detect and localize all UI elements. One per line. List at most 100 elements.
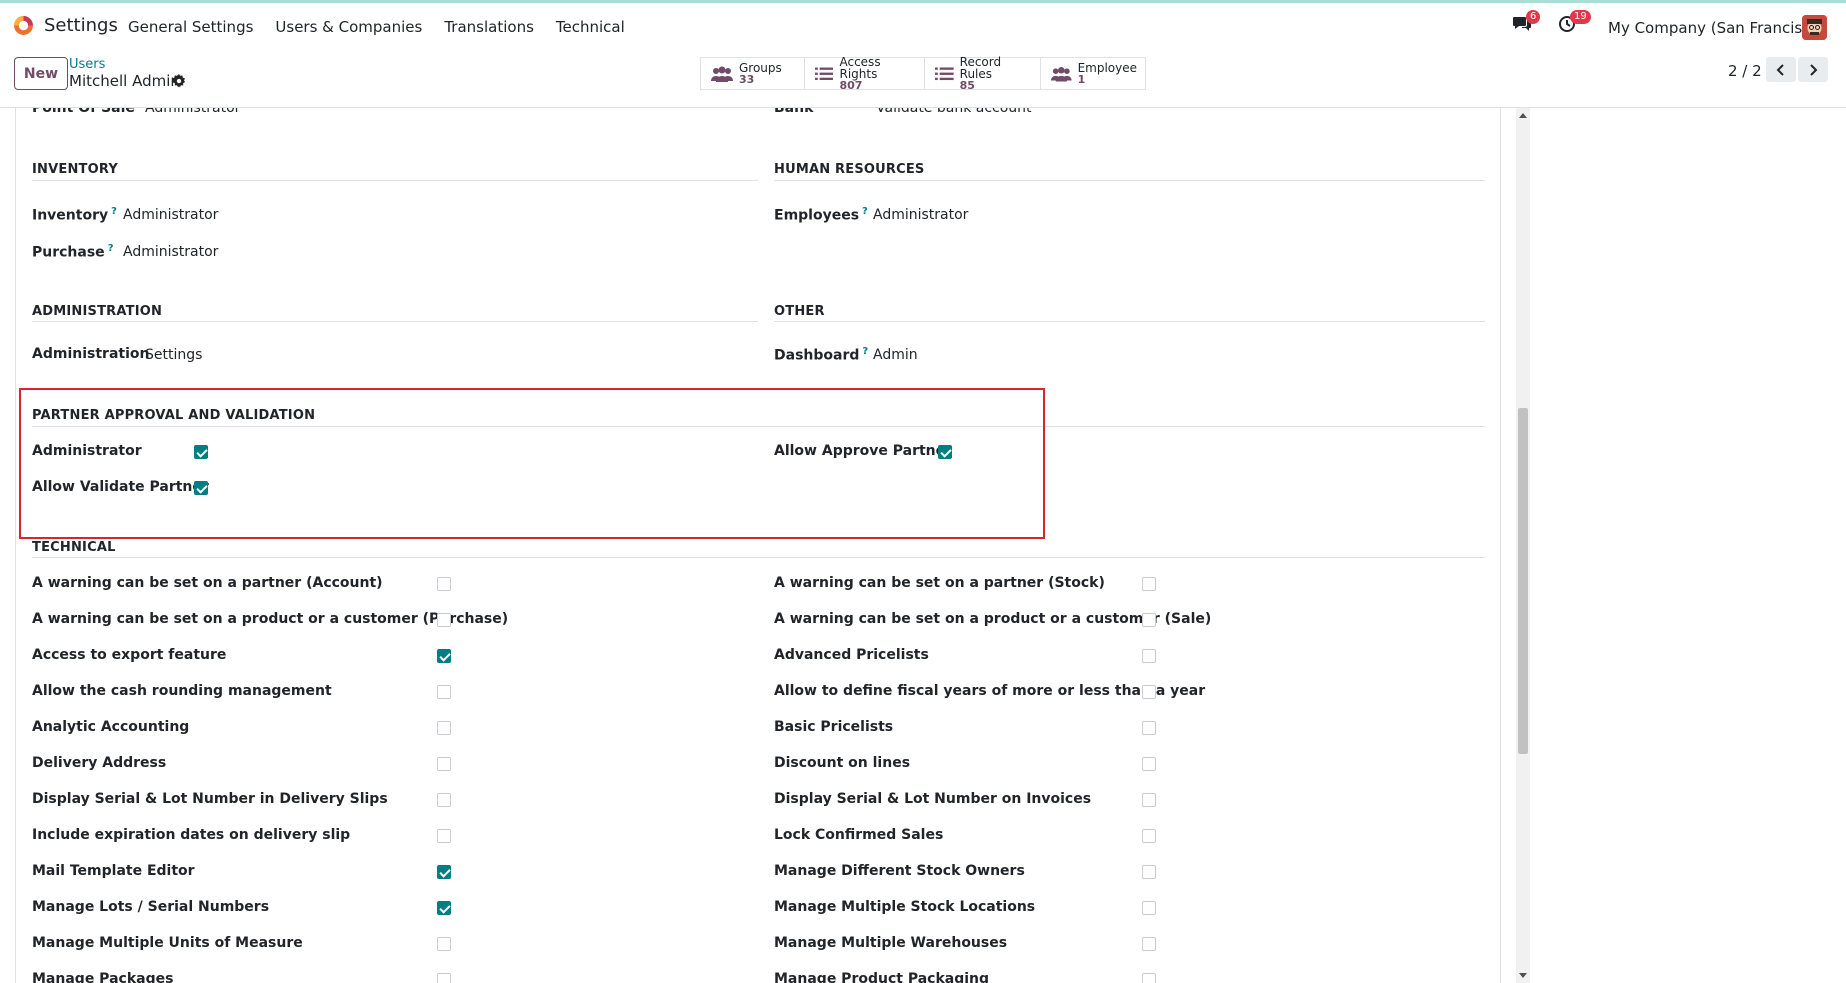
- technical-option-checkbox[interactable]: [437, 721, 451, 735]
- user-avatar[interactable]: [1802, 15, 1827, 40]
- technical-option-checkbox[interactable]: [437, 577, 451, 591]
- activities-count-badge: 19: [1570, 10, 1591, 24]
- technical-option-checkbox[interactable]: [437, 757, 451, 771]
- technical-option-checkbox[interactable]: [437, 793, 451, 807]
- separator: [774, 180, 1485, 181]
- technical-option-label: Manage Multiple Units of Measure: [32, 935, 303, 951]
- technical-option-checkbox[interactable]: [437, 901, 451, 915]
- top-menu: General Settings Users & Companies Trans…: [128, 18, 625, 36]
- messaging-menu[interactable]: 6: [1512, 10, 1541, 33]
- app-title[interactable]: Settings: [44, 15, 118, 36]
- technical-option-label: A warning can be set on a partner (Stock…: [774, 575, 1105, 591]
- scroll-up-arrow[interactable]: [1519, 113, 1527, 118]
- help-icon[interactable]: ?: [862, 346, 868, 357]
- access-rights-label: Access Rights: [839, 54, 881, 81]
- inventory-section-title: INVENTORY: [32, 162, 118, 177]
- technical-option-checkbox[interactable]: [437, 685, 451, 699]
- technical-option-label: Manage Packages: [32, 971, 174, 983]
- breadcrumb-current-record: Mitchell Admin: [69, 72, 180, 90]
- new-record-button[interactable]: New: [14, 57, 68, 90]
- administration-value[interactable]: Settings: [145, 347, 202, 363]
- employee-label: Employee: [1077, 60, 1137, 75]
- separator: [32, 180, 758, 181]
- dashboard-label: Dashboard?: [774, 346, 869, 364]
- technical-option-checkbox[interactable]: [1142, 973, 1156, 983]
- technical-option-checkbox[interactable]: [1142, 613, 1156, 627]
- odoo-app-icon[interactable]: [13, 15, 34, 36]
- help-icon[interactable]: ?: [108, 243, 114, 254]
- access-rights-count: 807: [839, 78, 863, 92]
- pager-value[interactable]: 2 / 2: [1728, 62, 1762, 80]
- users-group-icon: [711, 66, 733, 82]
- technical-option-checkbox[interactable]: [1142, 829, 1156, 843]
- technical-option-checkbox[interactable]: [1142, 577, 1156, 591]
- technical-option-label: Basic Pricelists: [774, 719, 894, 735]
- chevron-left-icon: [1776, 63, 1784, 76]
- avatar-face-icon: [1802, 15, 1827, 40]
- technical-option-checkbox[interactable]: [1142, 937, 1156, 951]
- technical-option-checkbox[interactable]: [437, 829, 451, 843]
- menu-translations[interactable]: Translations: [444, 18, 534, 36]
- purchase-value[interactable]: Administrator: [123, 244, 218, 260]
- menu-users-companies[interactable]: Users & Companies: [275, 18, 422, 36]
- activity-menu[interactable]: 19: [1558, 10, 1591, 33]
- control-panel: New Users Mitchell Admin Groups 33 Acces…: [0, 47, 1846, 108]
- technical-option-checkbox[interactable]: [1142, 649, 1156, 663]
- smart-buttons: Groups 33 Access Rights 807 Record Rules…: [700, 54, 1146, 92]
- breadcrumb-users[interactable]: Users: [69, 57, 105, 72]
- menu-general-settings[interactable]: General Settings: [128, 18, 253, 36]
- technical-option-checkbox[interactable]: [437, 973, 451, 983]
- technical-option-checkbox[interactable]: [1142, 865, 1156, 879]
- technical-option-checkbox[interactable]: [437, 613, 451, 627]
- technical-option-checkbox[interactable]: [437, 937, 451, 951]
- inventory-label: Inventory?: [32, 206, 117, 224]
- record-rules-count: 85: [959, 78, 975, 92]
- technical-option-label: Allow the cash rounding management: [32, 683, 332, 699]
- technical-option-checkbox[interactable]: [1142, 685, 1156, 699]
- separator: [32, 321, 758, 322]
- inventory-value[interactable]: Administrator: [123, 207, 218, 223]
- technical-option-label: Allow to define fiscal years of more or …: [774, 683, 1206, 699]
- bank-value[interactable]: Validate bank account: [876, 108, 1032, 116]
- help-icon[interactable]: ?: [862, 206, 868, 217]
- technical-option-checkbox[interactable]: [1142, 757, 1156, 771]
- human-resources-section-title: HUMAN RESOURCES: [774, 162, 925, 177]
- employee-smart-button[interactable]: Employee 1: [1041, 58, 1145, 89]
- vertical-scrollbar[interactable]: [1516, 108, 1530, 983]
- purchase-label: Purchase?: [32, 243, 114, 261]
- groups-count: 33: [739, 72, 755, 86]
- groups-smart-button[interactable]: Groups 33: [701, 58, 805, 89]
- technical-option-label: Display Serial & Lot Number on Invoices: [774, 791, 1092, 807]
- messages-count-badge: 6: [1526, 10, 1541, 24]
- technical-option-label: Lock Confirmed Sales: [774, 827, 944, 843]
- technical-option-checkbox[interactable]: [437, 865, 451, 879]
- separator: [32, 557, 1485, 558]
- technical-option-label: Manage Product Packaging: [774, 971, 990, 983]
- technical-option-checkbox[interactable]: [1142, 901, 1156, 915]
- technical-option-checkbox[interactable]: [1142, 721, 1156, 735]
- access-rights-smart-button[interactable]: Access Rights 807: [805, 54, 925, 92]
- point-of-sale-value[interactable]: Administrator: [145, 108, 240, 116]
- record-rules-smart-button[interactable]: Record Rules 85: [925, 56, 1041, 92]
- administration-section-title: ADMINISTRATION: [32, 304, 163, 319]
- scroll-down-arrow[interactable]: [1519, 973, 1527, 978]
- gear-icon[interactable]: [172, 74, 186, 88]
- technical-option-checkbox[interactable]: [1142, 793, 1156, 807]
- technical-option-label: Include expiration dates on delivery sli…: [32, 827, 351, 843]
- employees-value[interactable]: Administrator: [873, 207, 968, 223]
- technical-option-label: Mail Template Editor: [32, 863, 195, 879]
- pager-next-button[interactable]: [1798, 57, 1828, 82]
- technical-option-label: Advanced Pricelists: [774, 647, 929, 663]
- help-icon[interactable]: ?: [111, 206, 117, 217]
- company-switcher[interactable]: My Company (San Francisco): [1608, 19, 1825, 37]
- menu-technical[interactable]: Technical: [556, 18, 625, 36]
- highlight-annotation-box: [19, 388, 1045, 539]
- technical-option-label: Access to export feature: [32, 647, 227, 663]
- technical-section-title: TECHNICAL: [32, 540, 116, 555]
- scrollbar-thumb[interactable]: [1518, 408, 1528, 754]
- technical-option-checkbox[interactable]: [437, 649, 451, 663]
- dashboard-value[interactable]: Admin: [873, 347, 918, 363]
- pager-previous-button[interactable]: [1766, 57, 1796, 82]
- technical-option-label: Manage Lots / Serial Numbers: [32, 899, 270, 915]
- technical-option-label: Manage Different Stock Owners: [774, 863, 1025, 879]
